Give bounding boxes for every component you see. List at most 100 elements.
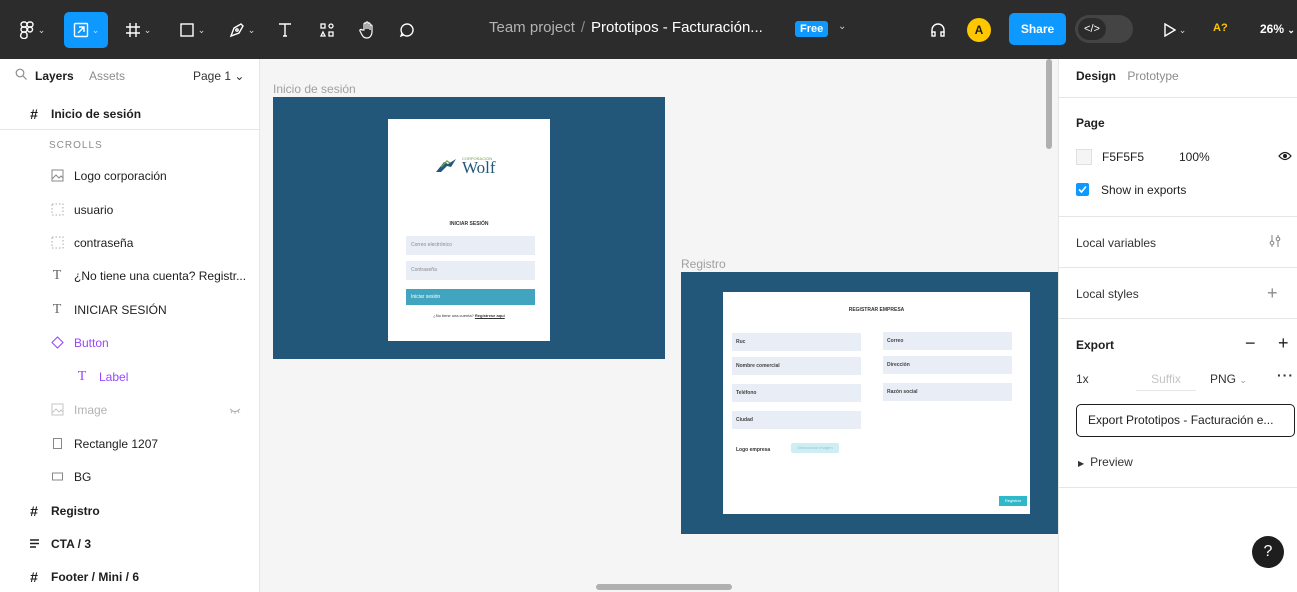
divider xyxy=(0,129,259,130)
layer-logo-corporacion[interactable]: Logo corporación xyxy=(0,159,259,192)
image-icon xyxy=(49,402,65,418)
text-tool-icon xyxy=(279,23,291,37)
direccion-field[interactable]: Dirección xyxy=(883,356,1012,374)
figma-menu-button[interactable]: ⌄ xyxy=(12,12,52,48)
select-image-button[interactable]: Seleccionar imagen xyxy=(791,443,839,453)
vertical-scrollbar[interactable] xyxy=(1046,59,1052,149)
horizontal-scrollbar[interactable] xyxy=(596,584,732,590)
layer-usuario[interactable]: usuario xyxy=(0,193,259,226)
share-button[interactable]: Share xyxy=(1009,13,1066,45)
variables-icon[interactable] xyxy=(1268,234,1282,248)
layer-label: Inicio de sesión xyxy=(51,106,142,121)
local-variables-label[interactable]: Local variables xyxy=(1076,236,1156,250)
tab-layers[interactable]: Layers xyxy=(35,69,74,83)
hand-tool-button[interactable] xyxy=(352,12,382,48)
frame-icon: # xyxy=(30,568,38,585)
resources-button[interactable] xyxy=(312,12,342,48)
layer-cta-3[interactable]: CTA / 3 xyxy=(0,527,259,560)
page-color-swatch[interactable] xyxy=(1076,149,1092,165)
nombre-comercial-field[interactable]: Nombre comercial xyxy=(732,357,861,375)
frame-icon: # xyxy=(30,105,38,122)
ruc-field[interactable]: Ruc xyxy=(732,333,861,351)
razon-social-field[interactable]: Razón social xyxy=(883,383,1012,401)
eye-closed-icon[interactable] xyxy=(229,405,241,417)
accessibility-check[interactable]: A? xyxy=(1213,22,1228,34)
auto-layout-icon xyxy=(26,536,42,552)
help-button[interactable]: ? xyxy=(1252,536,1284,568)
chevron-down-icon[interactable]: ⌄ xyxy=(838,21,846,32)
register-submit-button[interactable]: Registrar xyxy=(999,496,1027,506)
page-color-opacity[interactable]: 100% xyxy=(1179,150,1210,164)
layer-contrasena[interactable]: contraseña xyxy=(0,226,259,259)
audio-button[interactable] xyxy=(926,12,950,48)
frame-label-inicio[interactable]: Inicio de sesión xyxy=(273,82,356,96)
zoom-level[interactable]: 26% ⌄ xyxy=(1260,22,1295,36)
design-canvas[interactable]: Inicio de sesión CORPORACIÓN Wolf INICIA… xyxy=(260,59,1058,592)
remove-export-icon[interactable]: − xyxy=(1245,333,1256,354)
layer-button-instance[interactable]: Button xyxy=(0,326,259,359)
page-selector[interactable]: Page 1 ⌄ xyxy=(193,69,244,83)
team-name[interactable]: Team project xyxy=(489,19,575,36)
zoom-value: 26% xyxy=(1260,22,1285,36)
triangle-right-icon: ▶ xyxy=(1078,459,1085,468)
layer-label: usuario xyxy=(74,202,114,217)
correo-field[interactable]: Correo xyxy=(883,332,1012,350)
layers-panel: Layers Assets Page 1 ⌄ # Inicio de sesió… xyxy=(0,59,260,592)
move-tool-button[interactable]: ⌄ xyxy=(64,12,108,48)
telefono-field[interactable]: Teléfono xyxy=(732,384,861,402)
tab-design[interactable]: Design xyxy=(1076,69,1116,83)
layer-bg[interactable]: BG xyxy=(0,460,259,493)
search-icon[interactable] xyxy=(15,68,27,80)
layer-label-text[interactable]: T Label xyxy=(0,360,259,393)
frame-inicio-de-sesion[interactable]: CORPORACIÓN Wolf INICIAR SESIÓN Correo e… xyxy=(273,97,665,359)
file-breadcrumb[interactable]: Team project / Prototipos - Facturación... xyxy=(489,19,763,36)
ciudad-field[interactable]: Ciudad xyxy=(732,411,861,429)
dev-mode-toggle[interactable]: </> xyxy=(1075,15,1133,43)
email-field[interactable]: Correo electrónico xyxy=(406,236,535,255)
login-button[interactable]: Iniciar sesión xyxy=(406,289,535,305)
pen-tool-button[interactable]: ⌄ xyxy=(222,12,262,48)
eye-icon[interactable] xyxy=(1278,149,1292,163)
export-suffix-input[interactable]: Suffix xyxy=(1136,372,1196,391)
export-button[interactable]: Export Prototipos - Facturación e... xyxy=(1076,404,1295,437)
frame-label-registro[interactable]: Registro xyxy=(681,257,726,271)
layer-inicio-de-sesion[interactable]: # Inicio de sesión xyxy=(0,97,259,130)
tab-assets[interactable]: Assets xyxy=(89,69,125,83)
show-in-exports-checkbox[interactable] xyxy=(1076,183,1089,196)
layer-footer-mini-6[interactable]: # Footer / Mini / 6 xyxy=(0,560,259,592)
layer-registro[interactable]: # Registro xyxy=(0,494,259,527)
shape-tool-button[interactable]: ⌄ xyxy=(172,12,212,48)
more-options-icon[interactable]: ··· xyxy=(1277,367,1294,383)
preview-toggle[interactable]: ▶ Preview xyxy=(1078,455,1133,469)
local-styles-label[interactable]: Local styles xyxy=(1076,287,1139,301)
layer-iniciar-sesion-text[interactable]: T INICIAR SESIÓN xyxy=(0,293,259,326)
divider xyxy=(1059,97,1297,98)
layer-rectangle-1207[interactable]: Rectangle 1207 xyxy=(0,427,259,460)
tab-prototype[interactable]: Prototype xyxy=(1127,69,1178,83)
file-name[interactable]: Prototipos - Facturación... xyxy=(591,19,763,36)
text-icon: T xyxy=(52,267,62,283)
layer-label: Rectangle 1207 xyxy=(74,436,159,451)
export-format-select[interactable]: PNG ⌄ xyxy=(1210,372,1247,386)
export-heading: Export xyxy=(1076,338,1115,352)
register-link[interactable]: Regístrese aquí xyxy=(475,313,505,318)
plan-badge[interactable]: Free xyxy=(795,21,829,37)
add-style-icon[interactable]: + xyxy=(1267,283,1278,304)
layer-no-tiene-cuenta[interactable]: T ¿No tiene una cuenta? Registr... xyxy=(0,259,259,292)
add-export-icon[interactable]: + xyxy=(1278,333,1289,354)
text-tool-button[interactable] xyxy=(270,12,300,48)
page-color-hex[interactable]: F5F5F5 xyxy=(1102,150,1144,164)
avatar[interactable]: A xyxy=(967,18,991,42)
resources-icon xyxy=(319,23,334,37)
divider xyxy=(1059,216,1297,217)
layer-image-hidden[interactable]: Image xyxy=(0,393,259,426)
layer-label: Image xyxy=(74,402,108,417)
export-scale[interactable]: 1x xyxy=(1076,372,1089,386)
present-button[interactable]: ⌄ xyxy=(1157,12,1191,48)
comment-tool-button[interactable] xyxy=(392,12,422,48)
group-dotted-icon xyxy=(49,235,65,251)
breadcrumb-separator: / xyxy=(580,19,586,36)
password-field[interactable]: Contraseña xyxy=(406,261,535,280)
frame-registro[interactable]: REGISTRAR EMPRESA Ruc Nombre comercial T… xyxy=(681,272,1058,534)
frame-tool-button[interactable]: ⌄ xyxy=(118,12,158,48)
